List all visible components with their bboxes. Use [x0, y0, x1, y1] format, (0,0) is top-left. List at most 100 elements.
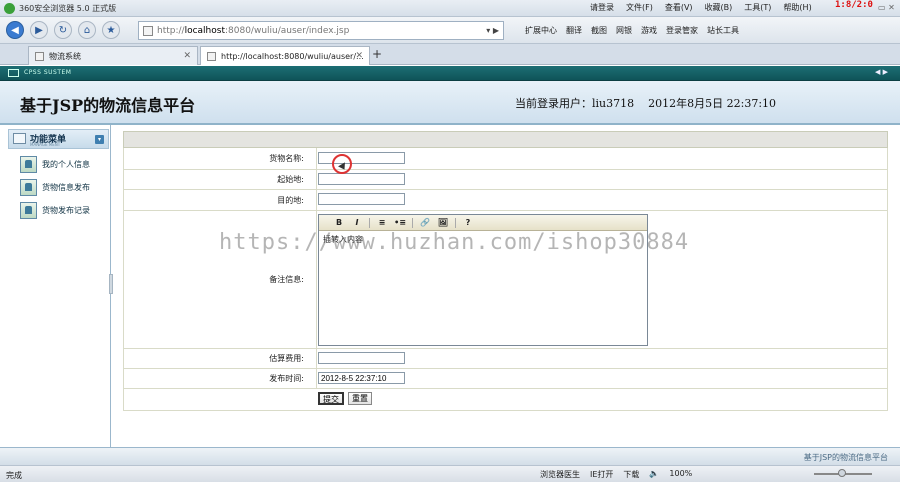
user-icon [20, 178, 37, 196]
destination-input[interactable] [318, 193, 405, 205]
row-publish-time: 发布时间: [123, 369, 888, 389]
status-ie-open[interactable]: IE打开 [590, 469, 613, 480]
home-icon[interactable]: ⌂ [78, 21, 96, 39]
browser-statusbar: 完成 浏览器医生 IE打开 下载 🔈 100% [0, 465, 900, 482]
sidebar-item-label: 货物信息发布 [42, 182, 90, 192]
app-band: CPSS SUSTEM ◀ ▶ [0, 66, 900, 81]
zoom-slider-handle[interactable] [838, 469, 846, 477]
band-arrows-icon[interactable]: ◀ ▶ [875, 68, 888, 76]
tab-page-icon [207, 51, 216, 61]
tool-screenshot[interactable]: 截图 [591, 25, 607, 36]
field-label: 估算费用: [124, 349, 317, 368]
sidebar-subtitle: MANAGE MENT [30, 142, 61, 147]
tool-translate[interactable]: 翻译 [566, 25, 582, 36]
image-icon[interactable]: 🖼 [437, 218, 449, 227]
status-doctor[interactable]: 浏览器医生 [540, 469, 580, 480]
menu-board-icon [13, 133, 26, 144]
tool-webmaster[interactable]: 站长工具 [707, 25, 739, 36]
browser-toolbar: ◀ ▶ ↻ ⌂ ★ http://localhost:8080/wuliu/au… [0, 17, 900, 44]
tab-wuliu[interactable]: 物流系统 ✕ [28, 46, 198, 65]
origin-input[interactable] [318, 173, 405, 185]
tab-page-icon [35, 51, 44, 61]
refresh-icon[interactable]: ↻ [54, 21, 72, 39]
row-cost: 估算费用: [123, 349, 888, 369]
tool-games[interactable]: 游戏 [641, 25, 657, 36]
field-label: 货物名称: [124, 148, 317, 169]
address-prefix: http:// [157, 25, 185, 36]
app-header: 基于JSP的物流信息平台 当前登录用户：liu3718 2012年8月5日 22… [0, 81, 900, 125]
address-dropdown-icon[interactable]: ▾ ▶ [486, 26, 499, 35]
username: liu3718 [592, 97, 635, 110]
tab-label: 物流系统 [49, 51, 81, 61]
page-title: 基于JSP的物流信息平台 [20, 96, 196, 115]
row-destination: 目的地: [123, 190, 888, 211]
row-origin: 起始地: [123, 170, 888, 190]
browser-tools: 扩展中心 翻译 截图 网银 游戏 登录管家 站长工具 [525, 25, 739, 36]
status-zoom[interactable]: 100% [669, 469, 692, 480]
tool-extensions[interactable]: 扩展中心 [525, 25, 557, 36]
tab-index[interactable]: http://localhost:8080/wuliu/auser/... ✕ [200, 46, 370, 65]
submit-button[interactable]: 提交 [318, 392, 344, 405]
browser-menu: 请登录 文件(F) 查看(V) 收藏(B) 工具(T) 帮助(H) [590, 2, 812, 13]
toolbar-divider [369, 217, 370, 228]
menu-help[interactable]: 帮助(H) [783, 2, 811, 13]
status-download[interactable]: 下载 [623, 469, 639, 480]
back-icon[interactable]: ◀ [6, 21, 24, 39]
sidebar-item-label: 我的个人信息 [42, 159, 90, 169]
status-items: 浏览器医生 IE打开 下载 🔈 100% [540, 469, 692, 480]
tab-close-icon[interactable]: ✕ [183, 51, 191, 61]
bold-icon[interactable]: B [333, 218, 345, 227]
address-bar[interactable]: http://localhost:8080/wuliu/auser/index.… [138, 21, 504, 40]
sidebar-item-profile[interactable]: 我的个人信息 [20, 155, 90, 173]
browser-logo-icon [4, 2, 15, 14]
menu-favorites[interactable]: 收藏(B) [705, 2, 733, 13]
row-goods-name: 货物名称: [123, 148, 888, 170]
form-buttons: 提交 重置 [318, 392, 372, 405]
italic-icon[interactable]: I [351, 218, 363, 227]
status-text: 完成 [6, 471, 22, 480]
new-tab-icon[interactable]: + [372, 47, 382, 61]
ordered-list-icon[interactable]: ≡ [376, 218, 388, 227]
user-icon [20, 201, 37, 219]
user-icon [20, 155, 37, 173]
menu-view[interactable]: 查看(V) [665, 2, 693, 13]
toolbar-divider [412, 217, 413, 228]
page-icon [143, 25, 153, 36]
browser-titlebar: 360安全浏览器 5.0 正式版 请登录 文件(F) 查看(V) 收藏(B) 工… [0, 0, 900, 17]
editor-toolbar: B I ≡ •≡ 🔗 🖼 ? [319, 215, 647, 231]
user-label: 当前登录用户： [515, 97, 592, 110]
speaker-icon[interactable]: 🔈 [649, 469, 659, 480]
link-icon[interactable]: 🔗 [419, 218, 431, 227]
reset-button[interactable]: 重置 [348, 392, 372, 405]
field-label: 发布时间: [124, 369, 317, 388]
app-band-icon [8, 69, 19, 77]
help-icon[interactable]: ? [462, 218, 474, 227]
tab-strip: 物流系统 ✕ http://localhost:8080/wuliu/auser… [0, 44, 900, 65]
app-footer: 基于JSP的物流信息平台 [0, 447, 900, 465]
field-label: 目的地: [124, 190, 317, 210]
publish-time-input[interactable] [318, 372, 405, 384]
favorite-star-icon[interactable]: ★ [102, 21, 120, 39]
sidebar-header: 功能菜单 MANAGE MENT ▾ [8, 129, 109, 149]
menu-tools[interactable]: 工具(T) [744, 2, 771, 13]
address-path: :8080/wuliu/auser/index.jsp [224, 25, 350, 36]
login-datetime: 2012年8月5日 22:37:10 [648, 97, 777, 110]
sidebar: 功能菜单 MANAGE MENT ▾ 我的个人信息 货物信息发布 货物发布记录 [0, 125, 111, 447]
address-host: localhost [184, 25, 225, 36]
cost-input[interactable] [318, 352, 405, 364]
tool-login-manager[interactable]: 登录管家 [666, 25, 698, 36]
tool-bank[interactable]: 网银 [616, 25, 632, 36]
sidebar-item-publish[interactable]: 货物信息发布 [20, 178, 90, 196]
browser-title: 360安全浏览器 5.0 正式版 [19, 3, 117, 13]
tab-close-icon[interactable]: ✕ [355, 51, 363, 61]
user-info: 当前登录用户：liu3718 2012年8月5日 22:37:10 [515, 95, 776, 111]
window-controls[interactable]: ▭ ✕ [878, 3, 895, 12]
field-label: 起始地: [124, 170, 317, 189]
unordered-list-icon[interactable]: •≡ [394, 218, 406, 227]
menu-file[interactable]: 文件(F) [626, 2, 653, 13]
collapse-icon[interactable]: ▾ [95, 135, 104, 144]
forward-icon[interactable]: ▶ [30, 21, 48, 39]
menu-login[interactable]: 请登录 [590, 2, 614, 13]
sidebar-item-records[interactable]: 货物发布记录 [20, 201, 90, 219]
form-header-bar [123, 131, 888, 148]
